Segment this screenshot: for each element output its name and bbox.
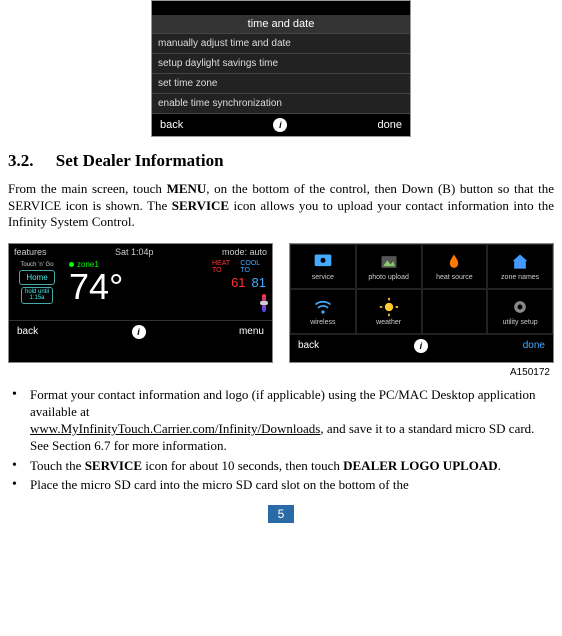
home-button[interactable]: Home xyxy=(19,270,54,285)
cell-label: service xyxy=(312,274,334,281)
figure-id: A150172 xyxy=(8,367,550,378)
main-screen-screenshot: features Sat 1:04p mode: auto Touch ’n’ … xyxy=(8,243,273,363)
hold-label1: hold until xyxy=(25,289,49,295)
hold-until-button[interactable]: hold until 1:15a xyxy=(21,287,53,304)
cell-label: heat source xyxy=(436,274,473,281)
text: Touch the xyxy=(30,458,85,473)
text: From the main screen, touch xyxy=(8,181,167,196)
cell-label: wireless xyxy=(310,319,335,326)
page-number: 5 xyxy=(268,505,294,523)
wireless-cell[interactable]: wireless xyxy=(290,289,356,334)
section-number: 3.2. xyxy=(8,151,34,171)
section-heading: 3.2. Set Dealer Information xyxy=(8,151,554,171)
done-button[interactable]: done xyxy=(378,119,402,131)
weather-cell[interactable]: weather xyxy=(356,289,422,334)
info-icon[interactable]: i xyxy=(414,339,428,353)
sun-icon xyxy=(379,297,399,317)
time-date-screenshot: time and date manually adjust time and d… xyxy=(151,0,411,137)
clock-label: Sat 1:04p xyxy=(115,247,154,257)
cool-to-value: 81 xyxy=(252,275,266,290)
touch-n-go-label: Touch ’n’ Go xyxy=(20,262,53,268)
back-button[interactable]: back xyxy=(298,340,319,351)
heat-source-cell[interactable]: heat source xyxy=(422,244,488,289)
menu-item-sync[interactable]: enable time synchronization xyxy=(152,94,410,114)
done-button[interactable]: done xyxy=(523,340,545,351)
bullet-list: Format your contact information and logo… xyxy=(8,386,554,493)
service-bold: SERVICE xyxy=(172,198,229,213)
info-icon[interactable]: i xyxy=(132,325,146,339)
info-icon[interactable]: i xyxy=(273,118,287,132)
section-title: Set Dealer Information xyxy=(56,151,224,170)
heat-to-value: 61 xyxy=(231,275,245,290)
house-icon xyxy=(510,252,530,272)
mode-label[interactable]: mode: auto xyxy=(222,247,267,257)
flame-icon xyxy=(444,252,464,272)
menu-title: time and date xyxy=(152,15,410,34)
empty-cell xyxy=(422,289,488,334)
download-link[interactable]: www.MyInfinityTouch.Carrier.com/Infinity… xyxy=(30,421,320,436)
cell-label: utility setup xyxy=(503,319,538,326)
menu-item-adjust[interactable]: manually adjust time and date xyxy=(152,34,410,54)
service-cell[interactable]: service xyxy=(290,244,356,289)
list-item: Place the micro SD card into the micro S… xyxy=(30,476,554,493)
service-grid-screenshot: service photo upload heat source xyxy=(289,243,554,363)
text: Format your contact information and logo… xyxy=(30,387,535,419)
back-button[interactable]: back xyxy=(160,119,183,131)
cell-label: photo upload xyxy=(368,274,408,281)
menu-button[interactable]: menu xyxy=(239,326,264,337)
wifi-icon xyxy=(313,297,333,317)
menu-bold: MENU xyxy=(167,181,207,196)
gear-icon xyxy=(510,297,530,317)
current-temperature: 74° xyxy=(69,269,123,305)
intro-paragraph: From the main screen, touch MENU, on the… xyxy=(8,181,554,231)
service-bold: SERVICE xyxy=(85,458,142,473)
photo-upload-cell[interactable]: photo upload xyxy=(356,244,422,289)
cell-label: weather xyxy=(376,319,401,326)
status-bar xyxy=(152,1,410,15)
features-label[interactable]: features xyxy=(14,247,47,257)
dealer-bold: DEALER LOGO UPLOAD xyxy=(343,458,498,473)
photo-icon xyxy=(379,252,399,272)
cool-to-label: COOL TO xyxy=(240,260,266,274)
utility-setup-cell[interactable]: utility setup xyxy=(487,289,553,334)
hold-label2: 1:15a xyxy=(29,295,44,301)
back-button[interactable]: back xyxy=(17,326,38,337)
list-item: Touch the SERVICE icon for about 10 seco… xyxy=(30,457,554,474)
temp-slider[interactable] xyxy=(262,294,266,312)
heat-to-label: HEAT TO xyxy=(212,260,236,274)
text: icon for about 10 seconds, then touch xyxy=(142,458,343,473)
list-item: Format your contact information and logo… xyxy=(30,386,554,455)
wrench-icon xyxy=(313,252,333,272)
menu-item-dst[interactable]: setup daylight savings time xyxy=(152,54,410,74)
text: . xyxy=(498,458,501,473)
zone-names-cell[interactable]: zone names xyxy=(487,244,553,289)
menu-item-timezone[interactable]: set time zone xyxy=(152,74,410,94)
text: Place the micro SD card into the micro S… xyxy=(30,477,409,492)
cell-label: zone names xyxy=(501,274,539,281)
